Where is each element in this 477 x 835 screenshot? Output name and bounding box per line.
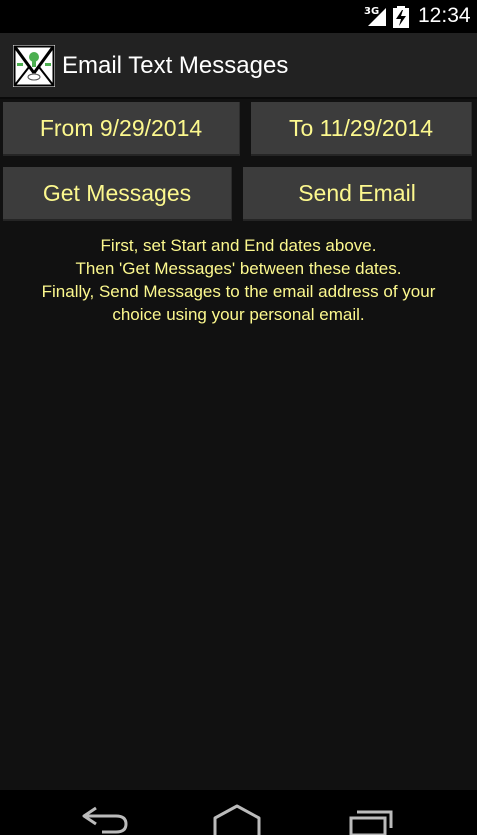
- home-icon[interactable]: [207, 804, 267, 835]
- app-title: Email Text Messages: [62, 52, 289, 79]
- status-clock: 12:34: [418, 4, 471, 27]
- instructions-line: choice using your personal email.: [112, 305, 365, 324]
- instructions-line: Finally, Send Messages to the email addr…: [41, 282, 436, 301]
- instructions-line: First, set Start and End dates above.: [100, 236, 377, 255]
- send-email-button[interactable]: Send Email: [243, 167, 472, 221]
- instructions-text: First, set Start and End dates above. Th…: [0, 234, 477, 326]
- back-icon[interactable]: [76, 804, 136, 835]
- status-bar: 3G 12:34: [0, 0, 477, 33]
- action-bar: Email Text Messages: [0, 33, 477, 99]
- navigation-bar: [0, 790, 477, 835]
- to-date-button[interactable]: To 11/29/2014: [251, 102, 472, 156]
- battery-charging-icon: [393, 6, 409, 28]
- app-screen: 3G 12:34 Email Text Messages From 9/29/2…: [0, 0, 477, 835]
- get-messages-button[interactable]: Get Messages: [3, 167, 232, 221]
- instructions-line: Then 'Get Messages' between these dates.: [75, 259, 402, 278]
- signal-bars-icon: [368, 8, 386, 26]
- from-date-button[interactable]: From 9/29/2014: [3, 102, 240, 156]
- recent-apps-icon[interactable]: [341, 804, 401, 835]
- envelope-app-icon[interactable]: [13, 45, 55, 87]
